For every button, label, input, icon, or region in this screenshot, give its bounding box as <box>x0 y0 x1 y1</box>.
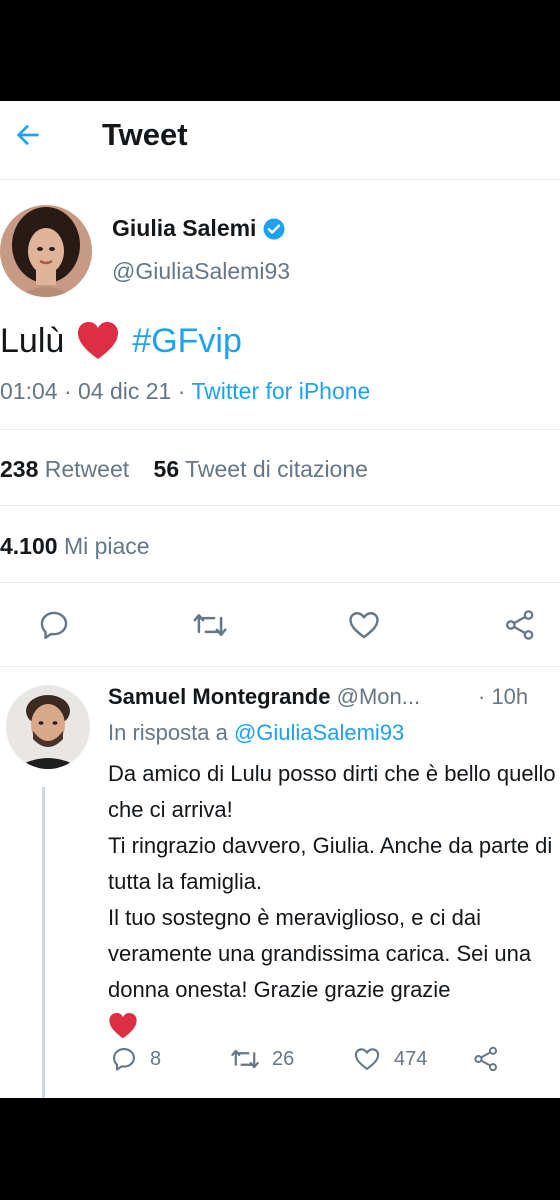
likes-stat[interactable]: 4.100 Mi piace <box>0 533 150 559</box>
thread-line <box>42 787 45 1098</box>
share-button[interactable] <box>502 607 538 643</box>
reply-text-line: Ti ringrazio davvero, Giulia. Anche da p… <box>108 833 553 894</box>
like-icon <box>349 612 379 639</box>
reply-mention-link[interactable]: @GiuliaSalemi93 <box>234 720 404 745</box>
tweet-timestamp: 01:04 · 04 dic 21 · <box>0 378 192 404</box>
quotes-count: 56 <box>153 456 180 482</box>
verified-icon <box>263 218 285 239</box>
like-button[interactable] <box>346 607 382 643</box>
back-arrow-icon <box>16 124 39 146</box>
likes-stats-row: 4.100 Mi piace <box>0 533 150 560</box>
retweets-label: Retweet <box>44 456 130 482</box>
reply-author-avatar[interactable] <box>6 685 90 769</box>
reply-icon <box>113 1048 135 1071</box>
reply-text: Da amico di Lulu posso dirti che è bello… <box>108 756 558 1040</box>
reply-text-line: Il tuo sostegno è meraviglioso, e ci dai… <box>108 905 532 1002</box>
like-icon <box>354 1048 380 1070</box>
reply-replies-count: 8 <box>150 1047 162 1070</box>
reply-like-button[interactable]: 474 <box>352 1045 427 1073</box>
reply-reply-button[interactable]: 8 <box>110 1045 161 1073</box>
quotes-stat[interactable]: 56 Tweet di citazione <box>154 456 368 482</box>
reply-author-name[interactable]: Samuel Montegrande <box>108 684 330 709</box>
tweet-source-link[interactable]: Twitter for iPhone <box>191 378 370 404</box>
hashtag-link[interactable]: #GFvip <box>132 322 242 361</box>
tweet-screen: Tweet Giulia Salemi @GiuliaSalemi93 Lulù… <box>0 101 560 1098</box>
reply-retweet-button[interactable]: 26 <box>230 1045 294 1073</box>
heart-emoji-icon <box>78 322 119 359</box>
retweet-icon <box>193 614 227 636</box>
divider <box>0 505 560 506</box>
heart-emoji-icon <box>109 1013 137 1039</box>
reply-likes-count: 474 <box>394 1047 428 1070</box>
share-icon <box>505 610 534 640</box>
divider <box>0 666 560 667</box>
reply-text-line: Da amico di Lulu posso dirti che è bello… <box>108 761 556 822</box>
top-bar: Tweet <box>0 101 560 180</box>
tweet-actions <box>0 601 560 647</box>
author-avatar[interactable] <box>0 205 92 297</box>
likes-count: 4.100 <box>0 533 58 559</box>
back-button[interactable] <box>8 115 48 155</box>
author-handle[interactable]: @GiuliaSalemi93 <box>112 258 290 285</box>
tweet-text: Lulù #GFvip <box>0 321 242 361</box>
retweet-icon <box>231 1049 259 1069</box>
divider <box>0 429 560 430</box>
likes-label: Mi piace <box>63 533 150 559</box>
retweet-button[interactable] <box>192 607 228 643</box>
retweets-stat[interactable]: 238 Retweet <box>0 456 129 482</box>
retweets-count: 238 <box>0 456 39 482</box>
reply-icon <box>40 611 68 639</box>
in-reply-to-label: In risposta a <box>108 720 234 745</box>
reply-timestamp: · 10h <box>478 684 529 709</box>
page-title: Tweet <box>102 117 188 152</box>
tweet-meta: 01:04 · 04 dic 21 · Twitter for iPhone <box>0 378 370 405</box>
author-name[interactable]: Giulia Salemi <box>112 215 286 242</box>
in-reply-to: In risposta a @GiuliaSalemi93 <box>108 720 404 746</box>
reply-actions: 8 26 474 <box>108 1045 548 1081</box>
tweet-text-word: Lulù <box>0 321 65 360</box>
retweet-stats-row: 238 Retweet 56 Tweet di citazione <box>0 456 368 483</box>
reply-retweets-count: 26 <box>272 1047 295 1070</box>
reply-share-button[interactable] <box>472 1045 500 1073</box>
quotes-label: Tweet di citazione <box>185 456 368 482</box>
divider <box>0 582 560 583</box>
reply-author-handle[interactable]: @Mon... <box>337 684 420 709</box>
reply-button[interactable] <box>36 607 72 643</box>
author-name-text: Giulia Salemi <box>112 215 257 241</box>
share-icon <box>474 1046 498 1072</box>
